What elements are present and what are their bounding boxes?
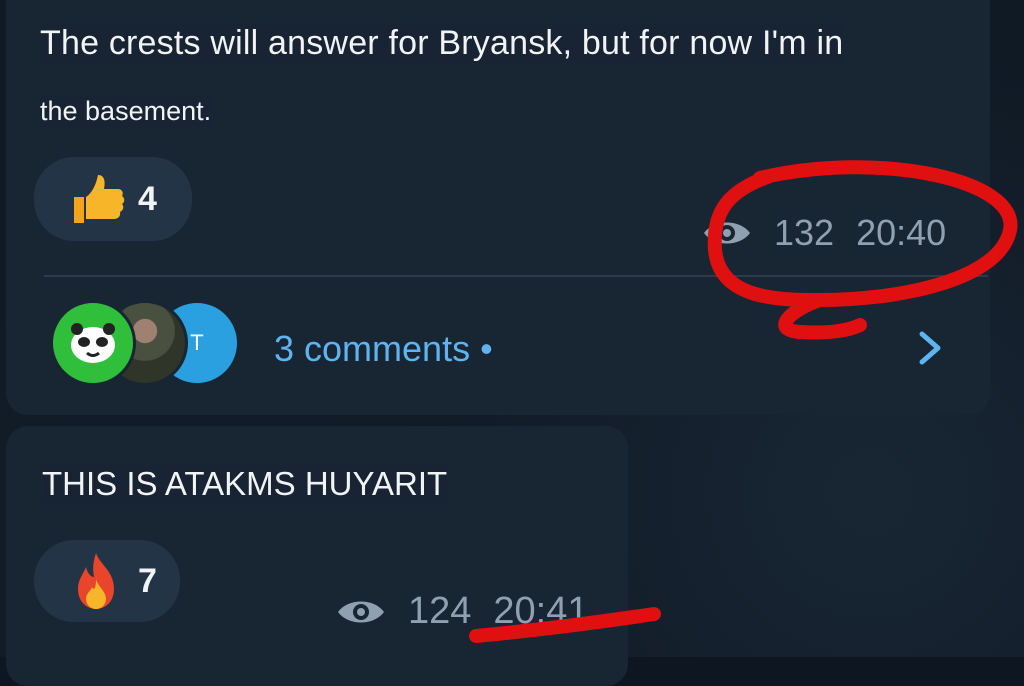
comments-divider (44, 275, 988, 277)
message-text: The crests will answer for Bryansk, but … (40, 24, 843, 63)
reaction-button[interactable]: 4 (34, 157, 192, 241)
fire-icon (64, 549, 128, 613)
comments-link[interactable]: 3 comments • (274, 328, 493, 370)
view-count: 124 (408, 590, 471, 633)
reaction-count: 7 (138, 562, 157, 601)
avatar-letter: T (190, 330, 203, 356)
view-count: 132 (774, 212, 834, 254)
timestamp: 20:41 (493, 590, 588, 633)
timestamp: 20:40 (856, 212, 946, 254)
avatar (50, 300, 136, 386)
comments-dot: • (480, 328, 493, 369)
reaction-button[interactable]: 7 (34, 540, 180, 622)
message-meta: 132 20:40 (702, 212, 946, 254)
message-text: THIS IS ATAKMS HUYARIT (42, 465, 447, 503)
panda-icon (53, 303, 133, 383)
views-eye-icon (702, 215, 752, 251)
views-eye-icon (336, 594, 386, 630)
reaction-count: 4 (138, 180, 157, 219)
message-meta: 124 20:41 (336, 590, 589, 633)
thumbs-up-icon (64, 167, 128, 231)
comments-label: 3 comments (274, 328, 470, 369)
chevron-right-icon[interactable] (910, 328, 950, 368)
message-text-continued: the basement. (40, 96, 211, 127)
